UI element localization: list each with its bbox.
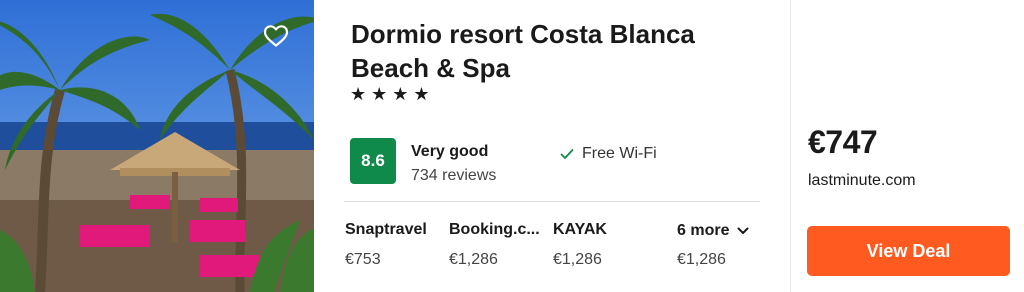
provider-price: €753 [345, 251, 381, 268]
check-icon [560, 149, 574, 159]
provider-price: €1,286 [449, 251, 498, 268]
more-offers-price: €1,286 [677, 251, 726, 268]
rating-score-badge: 8.6 [350, 138, 396, 184]
chevron-down-icon [737, 227, 749, 234]
hotel-result-card[interactable]: Dormio resort Costa Blanca Beach & Spa ★… [0, 0, 1024, 292]
star-rating: ★★★★ [350, 84, 435, 104]
provider-name: Booking.c... [449, 221, 540, 238]
divider [344, 201, 760, 202]
provider-price: €1,286 [553, 251, 602, 268]
view-deal-button[interactable]: View Deal [807, 226, 1010, 276]
rating-label: Very good [411, 143, 489, 160]
heart-icon [263, 25, 289, 47]
provider-offer-kayak[interactable]: KAYAK €1,286 [553, 221, 607, 269]
amenity-label: Free Wi-Fi [582, 145, 657, 162]
provider-offer-snaptravel[interactable]: Snaptravel €753 [345, 221, 427, 269]
hotel-photo[interactable] [0, 0, 314, 292]
amenity-item: Free Wi-Fi [560, 145, 657, 163]
more-offers-toggle[interactable]: 6 more €1,286 [677, 222, 749, 269]
deal-provider: lastminute.com [808, 172, 916, 189]
hotel-name[interactable]: Dormio resort Costa Blanca Beach & Spa [351, 17, 771, 85]
provider-name: KAYAK [553, 221, 607, 238]
provider-offer-booking[interactable]: Booking.c... €1,286 [449, 221, 540, 269]
favorite-button[interactable] [256, 16, 296, 56]
more-offers-label: 6 more [677, 222, 730, 239]
vertical-divider [790, 0, 791, 292]
provider-name: Snaptravel [345, 221, 427, 238]
review-count[interactable]: 734 reviews [411, 167, 496, 185]
deal-price: €747 [808, 124, 878, 160]
